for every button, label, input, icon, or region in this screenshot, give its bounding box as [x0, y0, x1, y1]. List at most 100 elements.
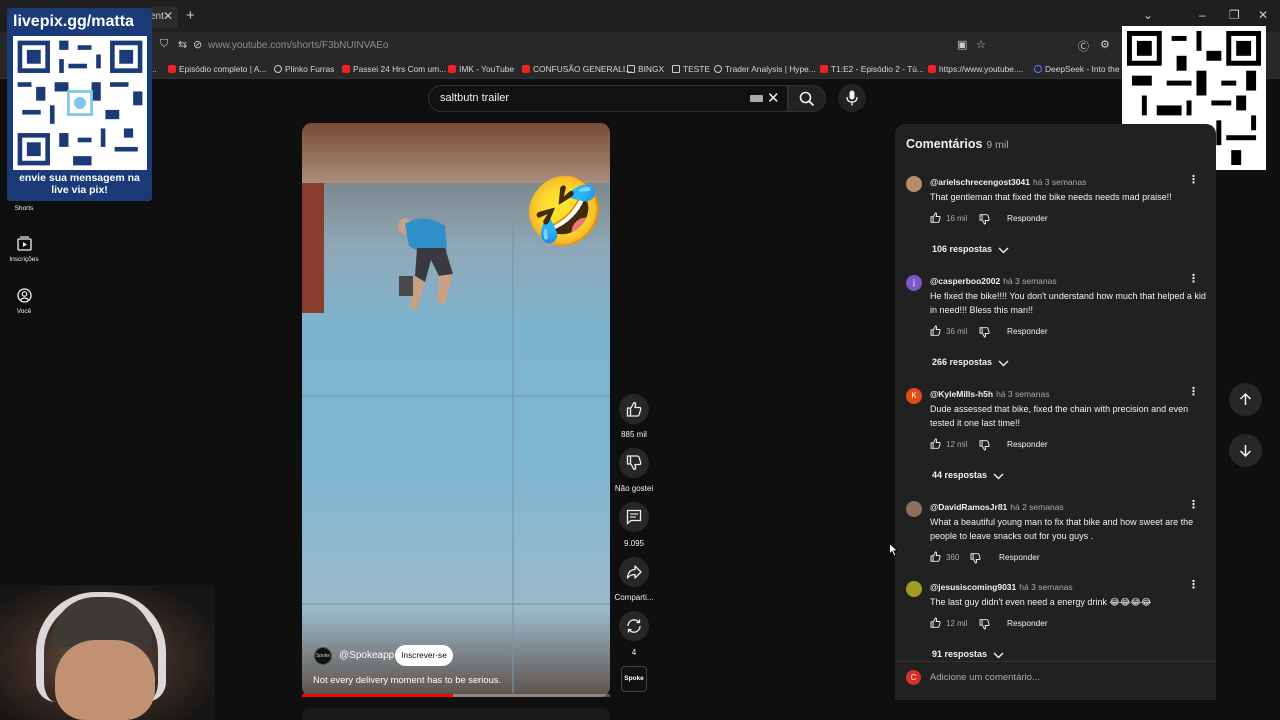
bookmark-item[interactable]: Trader Analysis | Hype...: [714, 64, 816, 74]
comment-like-count: 36 mil: [946, 327, 968, 336]
comment-replies-count: 106 respostas: [932, 244, 993, 254]
bookmark-item[interactable]: CONFUSÃO GENERALI...: [522, 64, 632, 74]
comment-dislike-button[interactable]: [979, 438, 990, 456]
comment-like-button[interactable]: 36 mil: [930, 325, 967, 336]
bookmark-star-icon[interactable]: ☆: [976, 38, 986, 51]
comment-author[interactable]: @arielschrecengost3041 há 3 semanas: [930, 177, 1086, 187]
bookmark-item[interactable]: https://www.youtube....: [928, 64, 1023, 74]
tab-list-chevron-icon[interactable]: ⌄: [1143, 8, 1153, 22]
tab-close-icon[interactable]: ✕: [163, 9, 173, 23]
extensions-puzzle-icon[interactable]: ⚙: [1100, 38, 1110, 51]
shield-icon[interactable]: ⛉: [160, 38, 168, 51]
comment-reply-button[interactable]: Responder: [1007, 213, 1048, 223]
comment-more-icon[interactable]: ⋮: [1188, 580, 1199, 591]
short-caption[interactable]: Not every delivery moment has to be seri…: [313, 674, 501, 685]
sidebar-item-shorts[interactable]: Shorts: [0, 205, 48, 212]
comment-more-icon[interactable]: ⋮: [1188, 387, 1199, 398]
dislike-button[interactable]: [619, 448, 649, 478]
bookmark-item[interactable]: Episódio completo | A...: [168, 64, 266, 74]
bookmark-item[interactable]: Passei 24 Hrs Com um...: [342, 64, 446, 74]
comment-more-icon[interactable]: ⋮: [1188, 274, 1199, 285]
thumbs-down-icon[interactable]: [979, 214, 990, 225]
comment-avatar[interactable]: [906, 501, 922, 517]
comment-reply-button[interactable]: Responder: [1007, 326, 1048, 336]
bookmark-item[interactable]: T1:E2 - Episódio 2 - Tú...: [820, 64, 924, 74]
comment-avatar[interactable]: [906, 176, 922, 192]
window-close-icon[interactable]: ✕: [1258, 8, 1268, 22]
comment-like-button[interactable]: 360: [930, 551, 959, 562]
comment-more-icon[interactable]: ⋮: [1188, 500, 1199, 511]
comment-reply-button[interactable]: Responder: [1007, 618, 1048, 628]
user-avatar: C: [906, 670, 921, 685]
comment-dislike-button[interactable]: [979, 617, 990, 635]
comment-dislike-button[interactable]: [979, 212, 990, 230]
comment-like-button[interactable]: 16 mil: [930, 212, 967, 223]
thumbs-down-icon[interactable]: [979, 619, 990, 630]
comment-author-handle[interactable]: @DavidRamosJr81: [930, 502, 1007, 512]
channel-avatar[interactable]: Spoke: [314, 647, 332, 665]
share-button[interactable]: [619, 557, 649, 587]
comment-reply-button[interactable]: Responder: [1007, 439, 1048, 449]
channel-name[interactable]: @Spokeapp: [339, 650, 394, 661]
thumbs-up-icon: [930, 551, 941, 562]
site-settings-icon[interactable]: ⇆: [178, 38, 187, 51]
like-button[interactable]: [619, 394, 649, 424]
streamer-face: [55, 640, 155, 720]
comment-reply-button[interactable]: Responder: [999, 552, 1040, 562]
comment-author[interactable]: @KyleMills-h5h há 3 semanas: [930, 389, 1049, 399]
bookmark-folder[interactable]: BINGX: [627, 64, 664, 74]
next-short-button[interactable]: [1229, 434, 1262, 467]
minimize-icon[interactable]: –: [1199, 8, 1206, 22]
sound-thumbnail[interactable]: Spoke: [621, 666, 647, 692]
keyboard-icon[interactable]: [750, 95, 763, 102]
comment-author[interactable]: @DavidRamosJr81 há 2 semanas: [930, 502, 1064, 512]
voice-search-button[interactable]: [838, 84, 866, 112]
search-input[interactable]: saltbutn trailer: [440, 92, 509, 104]
thumbs-down-icon[interactable]: [979, 440, 990, 451]
youtube-icon: [522, 65, 530, 73]
comment-author[interactable]: @jesusiscoming9031 há 3 semanas: [930, 582, 1073, 592]
comment-author-handle[interactable]: @jesusiscoming9031: [930, 582, 1016, 592]
garage-wall: [302, 183, 324, 313]
comment-replies-toggle[interactable]: 91 respostas: [932, 649, 1004, 659]
clear-search-icon[interactable]: ✕: [767, 89, 780, 107]
extension-c-icon[interactable]: Ⓒ: [1078, 38, 1089, 54]
bookmark-item[interactable]: Plinko Furras: [274, 64, 334, 74]
comment-avatar[interactable]: [906, 581, 922, 597]
comment-like-button[interactable]: 12 mil: [930, 617, 967, 628]
previous-short-button[interactable]: [1229, 383, 1262, 416]
globe-icon: [714, 65, 722, 73]
new-tab-icon[interactable]: +: [186, 7, 195, 24]
comment-more-icon[interactable]: ⋮: [1188, 175, 1199, 186]
bookmark-item[interactable]: IMK - YouTube: [448, 64, 514, 74]
comment-author-handle[interactable]: @KyleMills-h5h: [930, 389, 993, 399]
comment-author[interactable]: @casperboo2002 há 3 semanas: [930, 276, 1057, 286]
maximize-icon[interactable]: ❐: [1229, 8, 1240, 22]
comments-button[interactable]: [619, 502, 649, 532]
comment-replies-toggle[interactable]: 106 respostas: [932, 244, 1009, 254]
comment-like-button[interactable]: 12 mil: [930, 438, 967, 449]
subscribe-button[interactable]: Inscrever-se: [395, 645, 453, 666]
search-button[interactable]: [788, 85, 826, 112]
comment-dislike-button[interactable]: [970, 551, 981, 569]
thumbs-down-icon[interactable]: [979, 327, 990, 338]
sidebar-item-subscriptions[interactable]: Inscrições: [0, 236, 48, 263]
bookmark-folder[interactable]: TESTE: [672, 64, 710, 74]
url-field[interactable]: www.youtube.com/shorts/F3bNUINVAEo: [208, 40, 388, 51]
bookmark-item[interactable]: DeepSeek - Into the U...: [1034, 64, 1135, 74]
remix-button[interactable]: [619, 611, 649, 641]
sidebar-item-you[interactable]: Você: [0, 288, 48, 315]
comment-dislike-button[interactable]: [979, 325, 990, 343]
bookmark-overflow[interactable]: ..: [152, 64, 157, 74]
reader-view-icon[interactable]: ▣: [957, 38, 967, 51]
comment-author-handle[interactable]: @arielschrecengost3041: [930, 177, 1030, 187]
comment-replies-toggle[interactable]: 266 respostas: [932, 357, 1009, 367]
comment-replies-toggle[interactable]: 44 respostas: [932, 470, 1004, 480]
thumbs-down-icon[interactable]: [970, 553, 981, 564]
tracking-icon[interactable]: ⊘: [193, 38, 202, 51]
comment-avatar[interactable]: j: [906, 275, 922, 291]
add-comment-input[interactable]: Adicione um comentário...: [930, 672, 1040, 683]
comment-avatar[interactable]: K: [906, 388, 922, 404]
next-short-preview[interactable]: [302, 708, 610, 720]
comment-author-handle[interactable]: @casperboo2002: [930, 276, 1000, 286]
